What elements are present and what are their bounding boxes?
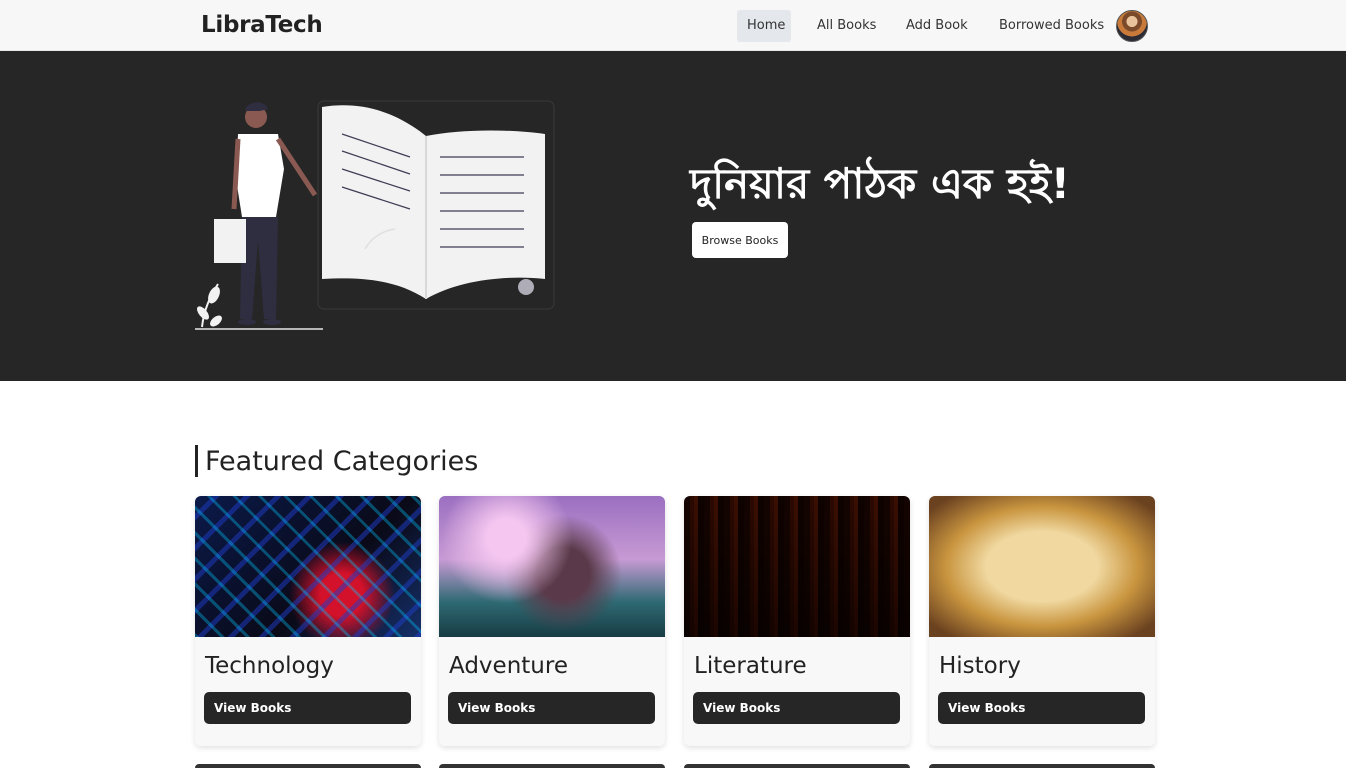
category-card-technology: Technology View Books bbox=[195, 496, 421, 746]
next-row-card bbox=[929, 764, 1155, 768]
view-books-button[interactable]: View Books bbox=[204, 692, 411, 724]
adventure-image bbox=[439, 496, 665, 637]
next-row-card bbox=[439, 764, 665, 768]
hero-title: দুনিয়ার পাঠক এক হই! bbox=[690, 159, 1070, 208]
nav-all-books[interactable]: All Books bbox=[807, 10, 886, 42]
brand-logo[interactable]: LibraTech bbox=[201, 12, 323, 38]
view-books-button[interactable]: View Books bbox=[693, 692, 900, 724]
user-avatar[interactable] bbox=[1116, 10, 1148, 42]
category-title: Literature bbox=[694, 653, 807, 679]
next-row-card bbox=[195, 764, 421, 768]
browse-books-button[interactable]: Browse Books bbox=[692, 222, 788, 258]
reading-illustration-icon bbox=[195, 100, 555, 330]
next-row-card bbox=[684, 764, 910, 768]
view-books-button[interactable]: View Books bbox=[938, 692, 1145, 724]
nav-home[interactable]: Home bbox=[737, 10, 791, 42]
category-card-literature: Literature View Books bbox=[684, 496, 910, 746]
technology-image bbox=[195, 496, 421, 637]
hero-banner: দুনিয়ার পাঠক এক হই! Browse Books bbox=[0, 51, 1346, 381]
view-books-button[interactable]: View Books bbox=[448, 692, 655, 724]
nav-borrowed-books[interactable]: Borrowed Books bbox=[989, 10, 1114, 42]
nav-add-book[interactable]: Add Book bbox=[896, 10, 978, 42]
category-title: History bbox=[939, 653, 1021, 679]
category-title: Adventure bbox=[449, 653, 568, 679]
category-card-adventure: Adventure View Books bbox=[439, 496, 665, 746]
history-image bbox=[929, 496, 1155, 637]
category-title: Technology bbox=[205, 653, 334, 679]
category-card-history: History View Books bbox=[929, 496, 1155, 746]
navbar: LibraTech Home All Books Add Book Borrow… bbox=[0, 0, 1346, 51]
literature-image bbox=[684, 496, 910, 637]
featured-categories-title: Featured Categories bbox=[195, 445, 478, 477]
